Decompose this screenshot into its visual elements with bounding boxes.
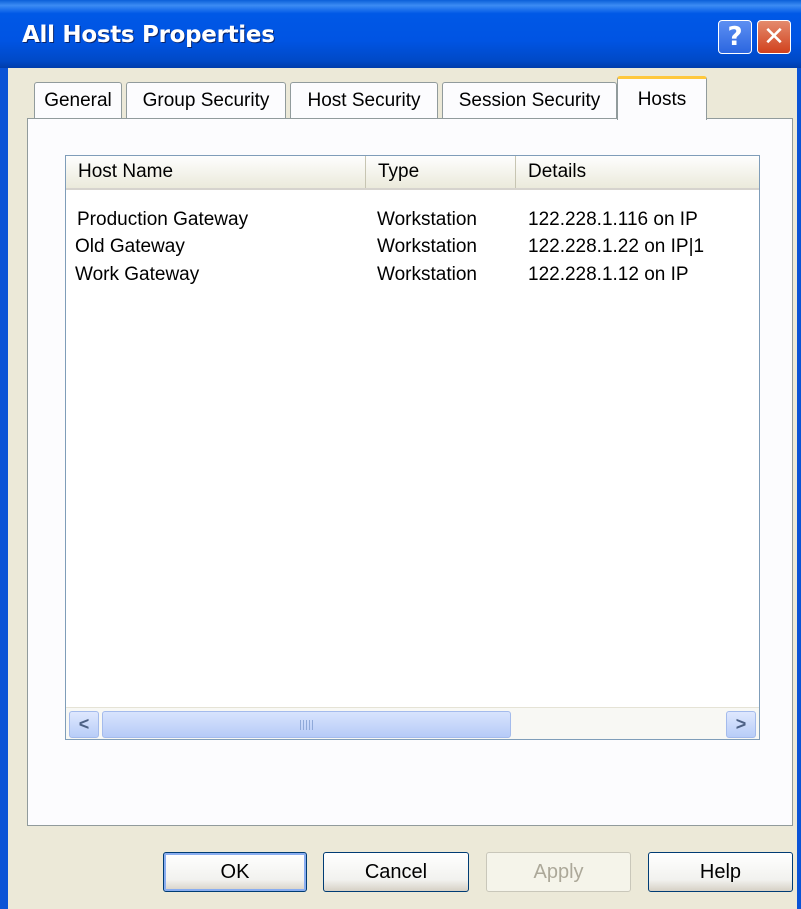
chevron-left-icon: < xyxy=(78,714,90,734)
scroll-right-button[interactable]: > xyxy=(726,711,756,738)
apply-button[interactable]: Apply xyxy=(486,852,631,892)
help-button[interactable]: Help xyxy=(648,852,793,892)
list-item[interactable]: Production Gateway Workstation 122.228.1… xyxy=(66,206,759,234)
host-details-cell: 122.228.1.116 on IP xyxy=(528,209,698,230)
window-border-left xyxy=(0,68,8,909)
cancel-button-label: Cancel xyxy=(364,860,428,883)
ok-button[interactable]: OK xyxy=(163,852,307,892)
tab-label: General xyxy=(44,89,112,111)
host-type-cell: Workstation xyxy=(377,209,477,230)
host-name-cell: Production Gateway xyxy=(77,209,249,230)
scrollbar-thumb[interactable] xyxy=(102,711,511,738)
apply-button-label: Apply xyxy=(533,860,584,883)
tab-group-security[interactable]: Group Security xyxy=(126,82,286,118)
close-icon: ✕ xyxy=(763,22,785,52)
column-header-label: Type xyxy=(378,161,420,182)
scroll-left-button[interactable]: < xyxy=(69,711,99,738)
tab-label: Group Security xyxy=(142,89,270,111)
tab-label: Hosts xyxy=(637,88,687,110)
help-title-button[interactable]: ? xyxy=(718,20,752,54)
list-item[interactable]: Work Gateway Workstation 122.228.1.12 on… xyxy=(66,261,759,289)
window-title: All Hosts Properties xyxy=(22,22,275,48)
title-bar[interactable]: All Hosts Properties ? ✕ xyxy=(0,0,801,68)
tab-host-security[interactable]: Host Security xyxy=(290,82,438,118)
tab-hosts[interactable]: Hosts xyxy=(617,76,707,120)
column-header-type[interactable]: Type xyxy=(366,156,516,188)
grip-icon xyxy=(299,719,314,730)
help-icon: ? xyxy=(727,22,743,52)
host-type-cell: Workstation xyxy=(377,236,477,257)
ok-button-label: OK xyxy=(220,860,250,883)
host-details-cell: 122.228.1.12 on IP xyxy=(528,264,689,285)
dialog-window: All Hosts Properties ? ✕ General Group S… xyxy=(0,0,801,909)
host-name-cell: Old Gateway xyxy=(75,236,185,257)
host-details-cell: 122.228.1.22 on IP|1 xyxy=(528,236,705,257)
column-header-host-name[interactable]: Host Name xyxy=(66,156,366,188)
list-header: Host Name Type Details xyxy=(66,156,759,190)
tab-label: Host Security xyxy=(307,89,421,111)
horizontal-scrollbar[interactable]: < > xyxy=(66,707,759,739)
window-border-right xyxy=(797,68,801,909)
column-header-details[interactable]: Details xyxy=(516,156,759,188)
column-header-label: Host Name xyxy=(78,161,174,182)
help-button-label: Help xyxy=(699,860,742,883)
close-button[interactable]: ✕ xyxy=(757,20,791,54)
tab-session-security[interactable]: Session Security xyxy=(442,82,617,118)
tab-label: Session Security xyxy=(458,89,601,111)
chevron-right-icon: > xyxy=(735,714,747,734)
hosts-list-view[interactable]: Host Name Type Details Production Gatewa… xyxy=(65,155,760,740)
tab-general[interactable]: General xyxy=(34,82,122,118)
column-header-label: Details xyxy=(528,161,587,182)
host-type-cell: Workstation xyxy=(377,264,477,285)
cancel-button[interactable]: Cancel xyxy=(323,852,469,892)
host-name-cell: Work Gateway xyxy=(75,264,200,285)
list-item[interactable]: Old Gateway Workstation 122.228.1.22 on … xyxy=(66,233,759,261)
